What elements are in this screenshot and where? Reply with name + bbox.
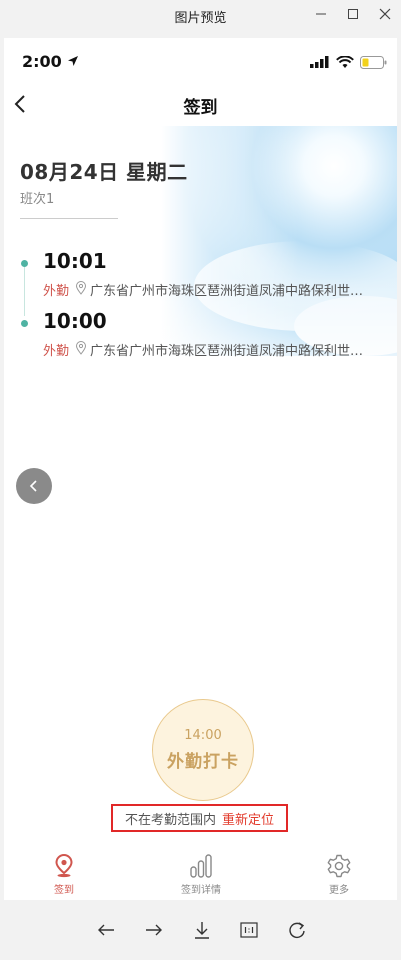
tab-label: 签到详情 xyxy=(181,885,221,896)
tab-checkin[interactable]: 签到 xyxy=(14,844,114,900)
download-icon xyxy=(195,922,209,939)
record-type: 外勤 xyxy=(43,284,70,299)
navigation-bar: 签到 xyxy=(4,82,397,126)
collapse-arrow-button[interactable] xyxy=(16,468,52,504)
maximize-icon xyxy=(348,9,358,19)
minimize-button[interactable] xyxy=(309,4,333,24)
close-button[interactable] xyxy=(373,4,397,24)
arrow-left-icon xyxy=(98,924,114,936)
record-address: 广东省广州市海珠区琶洲街道凤浦中路保利世… xyxy=(90,284,364,299)
download-button[interactable] xyxy=(190,918,214,942)
attendance-record[interactable]: 10:01 外勤 广东省广州市海珠区琶洲街道凤浦中路保利世… xyxy=(4,246,397,306)
divider xyxy=(20,218,118,219)
rotate-button[interactable] xyxy=(285,918,309,942)
location-pin-icon xyxy=(55,853,73,878)
status-bar: 2:00 xyxy=(4,38,397,82)
record-address: 广东省广州市海珠区琶洲街道凤浦中路保利世… xyxy=(90,344,364,359)
wifi-icon xyxy=(336,55,354,68)
punch-in-button[interactable]: 14:00 外勤打卡 xyxy=(152,699,254,801)
previous-button[interactable] xyxy=(94,918,118,942)
timeline-dot xyxy=(21,260,28,267)
record-type: 外勤 xyxy=(43,344,70,359)
relocate-link[interactable]: 重新定位 xyxy=(222,809,274,828)
page-title: 签到 xyxy=(183,98,218,118)
phone-screen: 2:00 签到 08月24日 星期二 班次1 10:01 外勤 广东省广州市海珠… xyxy=(4,38,397,900)
arrow-right-icon xyxy=(146,924,162,936)
location-status-text: 不在考勤范围内 xyxy=(124,812,216,828)
minimize-icon xyxy=(316,13,326,15)
cellular-signal-icon xyxy=(310,56,329,68)
punch-label: 外勤打卡 xyxy=(167,752,239,772)
tab-checkin-details[interactable]: 签到详情 xyxy=(151,844,251,900)
battery-icon xyxy=(360,55,387,69)
viewer-toolbar xyxy=(0,900,401,960)
status-time: 2:00 xyxy=(22,52,79,71)
chevron-left-icon xyxy=(29,480,37,492)
bar-chart-icon xyxy=(190,854,212,878)
next-button[interactable] xyxy=(142,918,166,942)
window-titlebar: 图片预览 xyxy=(0,0,401,32)
date-heading: 08月24日 星期二 xyxy=(20,160,188,184)
location-notice: 不在考勤范围内 重新定位 xyxy=(111,804,288,832)
punch-time: 14:00 xyxy=(184,728,222,743)
attendance-record[interactable]: 10:00 外勤 广东省广州市海珠区琶洲街道凤浦中路保利世… xyxy=(4,306,397,366)
tab-bar: 签到 签到详情 更多 xyxy=(4,844,397,900)
record-time: 10:00 xyxy=(43,309,107,333)
tab-label: 更多 xyxy=(329,885,349,896)
actual-size-icon xyxy=(240,922,258,938)
shift-label: 班次1 xyxy=(20,192,55,207)
rotate-icon xyxy=(289,922,305,939)
location-pin-icon xyxy=(75,281,87,295)
tab-more[interactable]: 更多 xyxy=(289,844,389,900)
gear-icon xyxy=(327,854,351,878)
maximize-button[interactable] xyxy=(341,4,365,24)
timeline-dot xyxy=(21,320,28,327)
close-icon xyxy=(379,8,391,20)
location-arrow-icon xyxy=(68,56,79,66)
tab-label: 签到 xyxy=(54,885,74,896)
location-pin-icon xyxy=(75,341,87,355)
actual-size-button[interactable] xyxy=(237,918,261,942)
record-time: 10:01 xyxy=(43,249,107,273)
